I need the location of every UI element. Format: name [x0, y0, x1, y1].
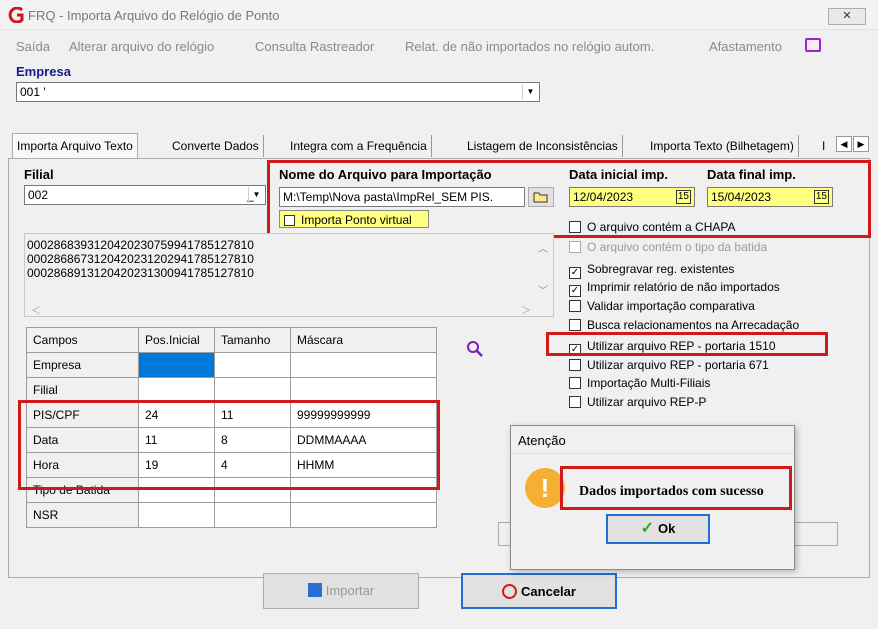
preview-line: 0002868673120420231202941785127810 [27, 252, 254, 266]
option-label: Utilizar arquivo REP-P [587, 395, 707, 409]
table-row: NSR [26, 502, 437, 528]
tab-overflow[interactable]: I [818, 135, 829, 157]
option-label: Importação Multi-Filiais [587, 376, 711, 390]
search-icon[interactable] [466, 340, 484, 361]
option-label: Validar importação comparativa [587, 299, 755, 313]
tab-scroll-left-icon[interactable]: ◀ [836, 136, 852, 152]
tab-importa-arquivo-texto[interactable]: Importa Arquivo Texto [12, 133, 138, 159]
save-icon [307, 583, 322, 597]
grid-cell-selected[interactable] [138, 352, 215, 378]
app-logo-icon [8, 6, 24, 24]
grid-cell[interactable] [214, 377, 291, 403]
ok-button[interactable]: ✓ Ok [606, 514, 710, 544]
preview-line: 0002868393120420230759941785127810 [27, 238, 254, 252]
checkbox-icon [569, 396, 581, 408]
file-preview-area[interactable]: 0002868393120420230759941785127810 00028… [24, 233, 554, 317]
dialog-title: Atenção [511, 426, 794, 454]
option-label: O arquivo contém a CHAPA [587, 220, 736, 234]
grid-cell[interactable] [138, 377, 215, 403]
scroll-down-icon[interactable]: ﹀ [538, 282, 548, 297]
option-label: Imprimir relatório de não importados [587, 280, 780, 294]
monitor-icon[interactable] [805, 38, 821, 52]
menu-alterar-arquivo[interactable]: Alterar arquivo do relógio [69, 39, 214, 54]
filial-select[interactable]: 002 _ ▼ [24, 185, 266, 205]
highlight-box-rep-1510 [546, 332, 828, 356]
grid-cell[interactable] [214, 502, 291, 528]
cancelar-label: Cancelar [521, 584, 576, 599]
grid-campo: Filial [26, 377, 139, 403]
grid-cell[interactable] [290, 502, 437, 528]
option-multi-filiais[interactable]: Importação Multi-Filiais [569, 376, 710, 390]
option-chapa[interactable]: O arquivo contém a CHAPA [569, 220, 736, 234]
tab-importa-bilhetagem[interactable]: Importa Texto (Bilhetagem) [646, 135, 799, 157]
highlight-box-dialog-message [560, 466, 792, 510]
scroll-right-icon[interactable]: ＞ [521, 302, 531, 317]
cancelar-button[interactable]: Cancelar [461, 573, 617, 609]
tab-integra-frequencia[interactable]: Integra com a Frequência [286, 135, 432, 157]
checkbox-icon [569, 300, 581, 312]
filial-value: 002 [28, 188, 49, 202]
filial-label: Filial [24, 167, 54, 182]
option-rep-671[interactable]: Utilizar arquivo REP - portaria 671 [569, 358, 769, 372]
preview-line: 0002868913120420231300941785127810 [27, 266, 254, 280]
menu-consulta-rastreador[interactable]: Consulta Rastreador [255, 39, 374, 54]
title-bar: FRQ - Importa Arquivo do Relógio de Pont… [0, 0, 878, 30]
grid-cell[interactable] [138, 502, 215, 528]
checkbox-icon [569, 241, 581, 253]
option-sobregravar[interactable]: ✓ Sobregravar reg. existentes [569, 262, 734, 279]
checkbox-icon [569, 359, 581, 371]
grid-header: Máscara [290, 327, 437, 353]
empresa-value: 001 ' [20, 85, 46, 99]
checkbox-icon [569, 377, 581, 389]
warning-icon: ! [525, 468, 565, 508]
empresa-select[interactable]: 001 ' ▼ [16, 82, 540, 102]
grid-header: Campos [26, 327, 139, 353]
chevron-down-icon: ▼ [522, 84, 538, 100]
scroll-left-icon[interactable]: ＜ [31, 302, 41, 317]
empresa-label: Empresa [16, 64, 71, 79]
grid-header: Pos.Inicial [138, 327, 215, 353]
chevron-down-icon: ▼ [248, 187, 264, 203]
grid-header: Tamanho [214, 327, 291, 353]
option-label: Busca relacionamentos na Arrecadação [587, 318, 800, 332]
option-imprimir-relatorio[interactable]: ✓ Imprimir relatório de não importados [569, 280, 780, 297]
ok-label: Ok [658, 521, 676, 536]
checkbox-icon [569, 319, 581, 331]
grid-header-row: Campos Pos.Inicial Tamanho Máscara [26, 327, 437, 353]
grid-cell[interactable] [214, 352, 291, 378]
grid-campo: Empresa [26, 352, 139, 378]
highlight-box-grid-rows [18, 400, 440, 490]
menu-saida[interactable]: Saída [16, 39, 50, 54]
importar-button[interactable]: Importar [263, 573, 419, 609]
option-label: Sobregravar reg. existentes [587, 262, 735, 276]
checkmark-icon: ✓ [569, 267, 581, 279]
checkmark-icon: ✓ [569, 285, 581, 297]
checkbox-icon [569, 221, 581, 233]
option-busca-relacionamentos[interactable]: Busca relacionamentos na Arrecadação [569, 318, 799, 332]
option-label: Utilizar arquivo REP - portaria 671 [587, 358, 769, 372]
importar-label: Importar [325, 583, 375, 598]
scroll-up-icon[interactable]: ︿ [538, 240, 548, 255]
tab-converte-dados[interactable]: Converte Dados [168, 135, 264, 157]
tab-bar: Importa Arquivo Texto Converte Dados Int… [8, 133, 870, 159]
table-row: Filial [26, 377, 437, 403]
option-validar-importacao[interactable]: Validar importação comparativa [569, 299, 755, 313]
menu-relat-nao-importados[interactable]: Relat. de não importados no relógio auto… [405, 39, 654, 54]
menu-afastamento[interactable]: Afastamento [709, 39, 782, 54]
tab-scroll-right-icon[interactable]: ▶ [853, 136, 869, 152]
grid-cell[interactable] [290, 352, 437, 378]
option-tipo-batida: O arquivo contém o tipo da batida [569, 240, 767, 254]
grid-campo: NSR [26, 502, 139, 528]
cancel-icon [502, 584, 518, 599]
option-label: O arquivo contém o tipo da batida [587, 240, 768, 254]
tab-listagem-inconsistencias[interactable]: Listagem de Inconsistências [463, 135, 623, 157]
check-icon: ✓ [640, 520, 655, 537]
window-title: FRQ - Importa Arquivo do Relógio de Pont… [28, 8, 280, 23]
grid-cell[interactable] [290, 377, 437, 403]
option-rep-p[interactable]: Utilizar arquivo REP-P [569, 395, 706, 409]
table-row: Empresa [26, 352, 437, 378]
close-button[interactable]: ✕ [828, 8, 866, 25]
